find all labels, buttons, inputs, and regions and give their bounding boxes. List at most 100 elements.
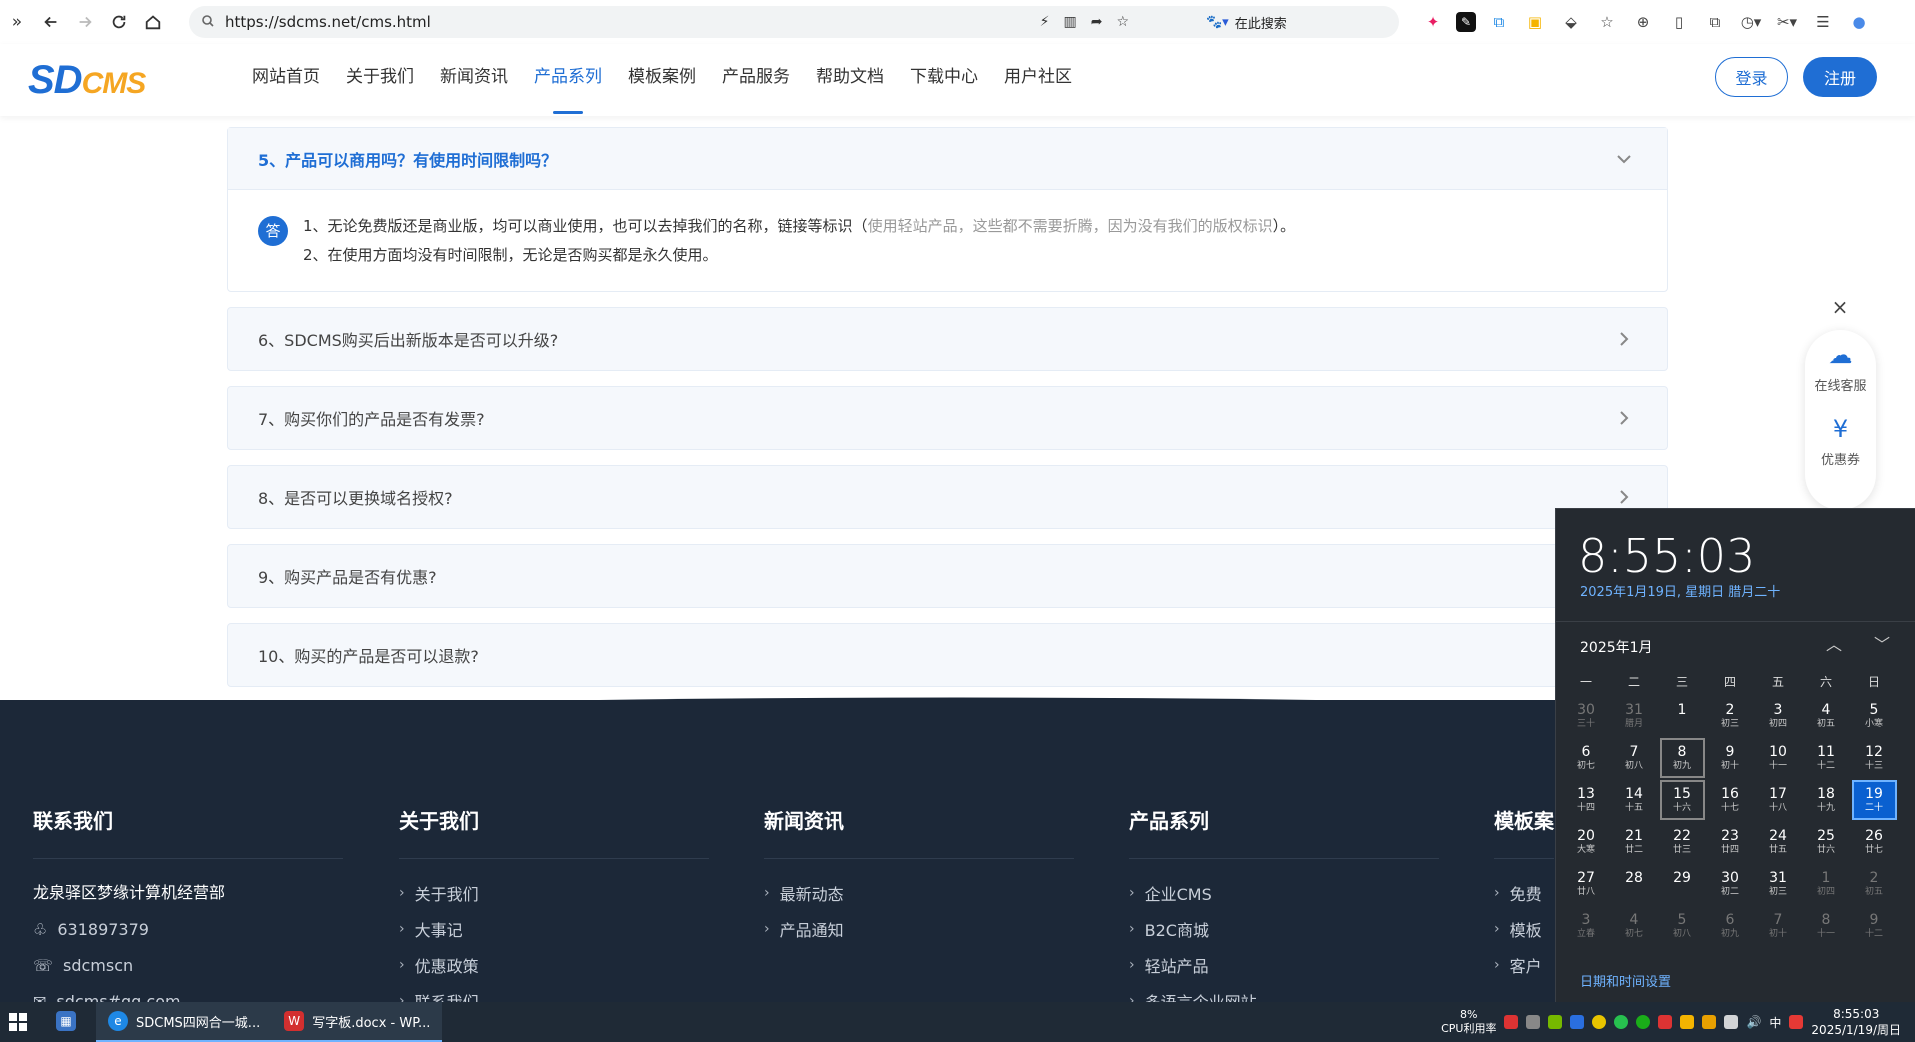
calendar-day[interactable]: 4 初七 [1612, 906, 1657, 946]
scissors-icon[interactable]: ✂▾ [1774, 9, 1800, 35]
tray-app-icon[interactable] [1658, 1015, 1673, 1029]
calendar-day[interactable]: 3 初四 [1756, 696, 1801, 736]
footer-link[interactable]: › 优惠政策 [399, 947, 709, 983]
calendar-day[interactable]: 10 十一 [1756, 738, 1801, 778]
chevron-right-icon[interactable] [1615, 409, 1633, 427]
faq-item-6[interactable]: 6、SDCMS购买后出新版本是否可以升级? [227, 307, 1668, 371]
calendar-day[interactable]: 17 十八 [1756, 780, 1801, 820]
faq-item-8[interactable]: 8、是否可以更换域名授权? [227, 465, 1668, 529]
calendar-day[interactable]: 23 廿四 [1708, 822, 1753, 862]
forward-button[interactable] [68, 5, 102, 39]
faq-item-7[interactable]: 7、购买你们的产品是否有发票? [227, 386, 1668, 450]
taskbar-clock[interactable]: 8:55:03 2025/1/19/周日 [1811, 1006, 1901, 1038]
calendar-day[interactable]: 2 初三 [1708, 696, 1753, 736]
star-icon[interactable]: ☆ [1116, 14, 1129, 30]
calendar-day[interactable]: 8 十一 [1804, 906, 1849, 946]
calendar-day[interactable]: 2 初五 [1852, 864, 1897, 904]
bookmark-star-icon[interactable]: ☆ [1594, 9, 1620, 35]
nav-home[interactable]: 网站首页 [252, 44, 320, 116]
faq-item-9[interactable]: 9、购买产品是否有优惠? [227, 544, 1668, 608]
chevron-down-icon[interactable] [1615, 150, 1633, 168]
sidebar-toggle-icon[interactable]: » [0, 5, 34, 39]
tray-app-icon[interactable] [1592, 1015, 1607, 1029]
calendar-day[interactable]: 7 初八 [1612, 738, 1657, 778]
calendar-day[interactable]: 7 初十 [1756, 906, 1801, 946]
footer-link[interactable]: › 轻站产品 [1129, 947, 1439, 983]
back-button[interactable] [34, 5, 68, 39]
nav-products[interactable]: 产品系列 [534, 44, 602, 116]
nav-services[interactable]: 产品服务 [722, 44, 790, 116]
calendar-day[interactable]: 24 廿五 [1756, 822, 1801, 862]
network-icon[interactable] [1724, 1015, 1739, 1029]
chevron-up-icon[interactable]: ︿ [1826, 631, 1842, 655]
footer-link[interactable]: › 免费 [1494, 875, 1554, 911]
footer-link[interactable]: › 关于我们 [399, 875, 709, 911]
sogou-icon[interactable] [1789, 1015, 1804, 1029]
nav-about[interactable]: 关于我们 [346, 44, 414, 116]
float-close-button[interactable]: × [1825, 292, 1855, 322]
calendar-day[interactable]: 1 初四 [1804, 864, 1849, 904]
search-box[interactable]: 🐾▾ 在此搜索 [1196, 6, 1399, 38]
footer-link[interactable]: › 产品通知 [764, 911, 1074, 947]
calendar-day[interactable]: 27 廿八 [1564, 864, 1609, 904]
folder-icon[interactable] [1680, 1015, 1695, 1029]
calendar-day[interactable]: 6 初七 [1564, 738, 1609, 778]
folder-icon[interactable]: ▣ [1522, 9, 1548, 35]
faq-question-5[interactable]: 5、产品可以商用吗？有使用时间限制吗？ [228, 128, 1667, 190]
calendar-day[interactable]: 12 十三 [1852, 738, 1897, 778]
menu-icon[interactable]: ☰ [1810, 9, 1836, 35]
calendar-day[interactable]: 31 初三 [1756, 864, 1801, 904]
calendar-day[interactable]: 22 廿三 [1660, 822, 1705, 862]
nav-templates[interactable]: 模板案例 [628, 44, 696, 116]
lightning-icon[interactable]: ⚡ [1040, 14, 1050, 30]
share-icon[interactable]: ➦ [1091, 14, 1103, 30]
calendar-day[interactable]: 28 [1612, 864, 1657, 904]
calendar-day[interactable]: 9 十二 [1852, 906, 1897, 946]
taskbar-app-browser[interactable]: e SDCMS四网合一城... [96, 1002, 273, 1042]
nav-community[interactable]: 用户社区 [1004, 44, 1072, 116]
calendar-day[interactable]: 30 三十 [1564, 696, 1609, 736]
calendar-day[interactable]: 5 初八 [1660, 906, 1705, 946]
download-icon[interactable]: ⊕ [1630, 9, 1656, 35]
calendar-day[interactable]: 14 十五 [1612, 780, 1657, 820]
tray-app-icon[interactable] [1570, 1015, 1585, 1029]
calendar-day[interactable]: 30 初二 [1708, 864, 1753, 904]
wechat-icon[interactable] [1636, 1015, 1651, 1029]
calendar-day[interactable]: 15 十六 [1659, 780, 1705, 820]
pen-icon[interactable]: ✎ [1456, 12, 1476, 32]
volume-icon[interactable]: 🔊 [1746, 1015, 1761, 1029]
calendar-day[interactable]: 1 [1660, 696, 1705, 736]
calendar-day[interactable]: 5 小寒 [1852, 696, 1897, 736]
calendar-day[interactable]: 6 初九 [1708, 906, 1753, 946]
calendar-day[interactable]: 29 [1660, 864, 1705, 904]
online-service-button[interactable]: ☁ 在线客服 [1805, 330, 1876, 404]
register-button[interactable]: 注册 [1803, 57, 1877, 97]
colorful-app-icon[interactable]: ✦ [1420, 9, 1446, 35]
profile-icon[interactable]: ● [1846, 9, 1872, 35]
calendar-day[interactable]: 4 初五 [1804, 696, 1849, 736]
tray-app-icon[interactable] [1504, 1015, 1519, 1029]
windows-start-icon[interactable] [0, 1002, 36, 1042]
footer-link[interactable]: › 客户 [1494, 947, 1554, 983]
nav-help[interactable]: 帮助文档 [816, 44, 884, 116]
calculator-taskbar-icon[interactable]: ▦ [36, 1002, 96, 1042]
nav-download[interactable]: 下载中心 [910, 44, 978, 116]
ime-indicator[interactable]: 中 [1769, 1014, 1781, 1031]
calendar-day[interactable]: 18 十九 [1804, 780, 1849, 820]
calendar-month-label[interactable]: 2025年1月 [1580, 637, 1653, 657]
calendar-day[interactable]: 25 廿六 [1804, 822, 1849, 862]
cpu-meter[interactable]: 8% CPU利用率 [1441, 1008, 1496, 1036]
clock-date-link[interactable]: 2025年1月19日, 星期日 腊月二十 [1580, 581, 1780, 600]
calendar-day[interactable]: 9 初十 [1708, 738, 1753, 778]
nvidia-icon[interactable] [1548, 1015, 1563, 1029]
tray-app-icon[interactable] [1526, 1015, 1541, 1029]
shield-icon[interactable] [1702, 1015, 1717, 1029]
login-button[interactable]: 登录 [1715, 57, 1788, 97]
calendar-day[interactable]: 3 立春 [1564, 906, 1609, 946]
calendar-day[interactable]: 20 大寒 [1564, 822, 1609, 862]
calendar-day[interactable]: 8 初九 [1659, 738, 1705, 778]
footer-link[interactable]: › 最新动态 [764, 875, 1074, 911]
chevron-right-icon[interactable] [1615, 330, 1633, 348]
datetime-settings-link[interactable]: 日期和时间设置 [1580, 971, 1671, 990]
footer-link[interactable]: › 模板 [1494, 911, 1554, 947]
